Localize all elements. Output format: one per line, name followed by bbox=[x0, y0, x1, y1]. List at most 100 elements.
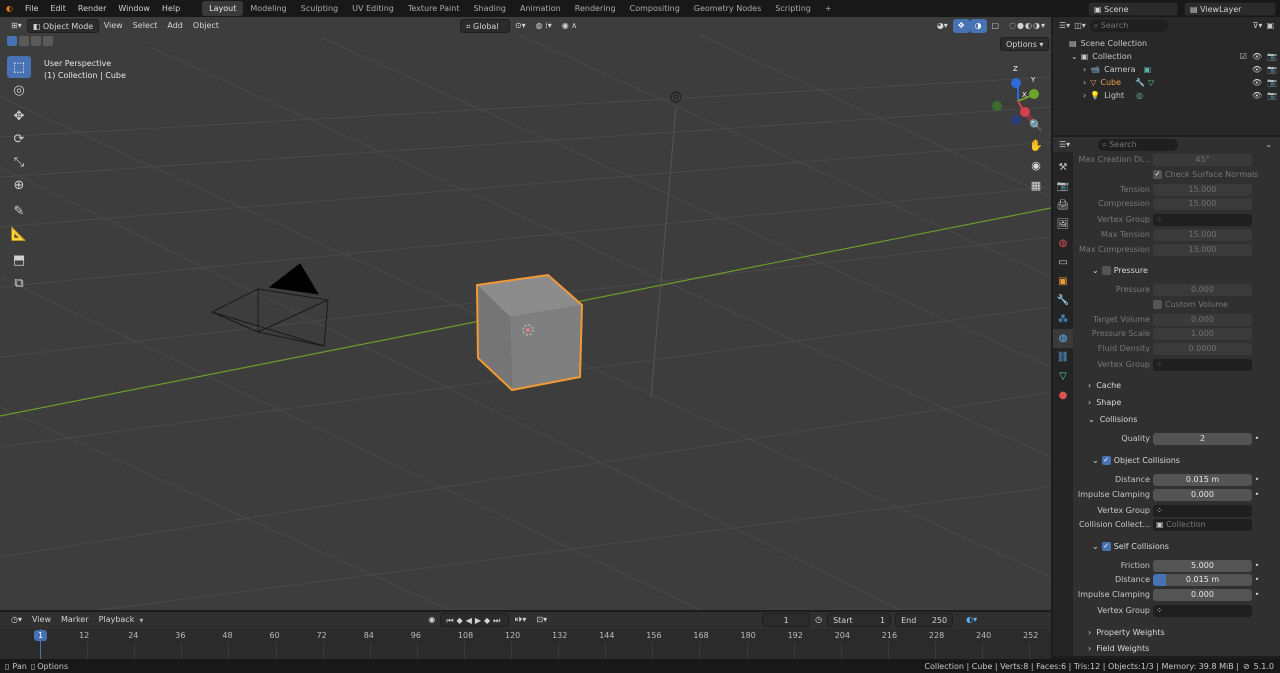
scene-tab-icon[interactable]: ◍ bbox=[1053, 234, 1073, 253]
select-intersect-icon[interactable] bbox=[43, 36, 53, 46]
overlay-toggle-icon[interactable]: ◑ bbox=[969, 18, 987, 33]
play-reverse-icon[interactable]: ◀ bbox=[466, 616, 475, 625]
timeline-editor-icon[interactable]: ◷▾ bbox=[6, 613, 27, 627]
editor-type-button[interactable]: ⊞▾ bbox=[6, 19, 27, 33]
workspace-tab-rendering[interactable]: Rendering bbox=[568, 1, 623, 16]
start-frame-field[interactable]: Start 1 bbox=[827, 613, 892, 627]
menu-add[interactable]: Add bbox=[162, 19, 188, 33]
next-key-icon[interactable]: ◆ bbox=[484, 616, 493, 625]
workspace-tab-scripting[interactable]: Scripting bbox=[768, 1, 818, 16]
gizmo-toggle-icon[interactable]: ✥ bbox=[952, 18, 970, 33]
scene-selector[interactable]: ▣ Scene bbox=[1088, 1, 1178, 16]
snap-icon[interactable]: ◍ ⁞▾ bbox=[531, 19, 557, 33]
workspace-tab-layout[interactable]: Layout bbox=[202, 1, 244, 16]
physics-tab-icon[interactable]: ◍ bbox=[1053, 329, 1073, 348]
mesh-data-tab-icon[interactable]: ▽ bbox=[1053, 367, 1073, 386]
chevron-right-icon[interactable]: › bbox=[1083, 78, 1086, 87]
shading-modes-icon[interactable]: ◌●◐◑▾ bbox=[1004, 19, 1051, 33]
keyframe-dot-icon[interactable]: • bbox=[1252, 475, 1262, 484]
visibility-icon[interactable]: ◕▾ bbox=[932, 19, 953, 33]
xray-icon[interactable]: ▢ bbox=[987, 19, 1005, 33]
outliner-item-cube[interactable]: › ▽ Cube 🔧 ▽ 👁 📷 bbox=[1083, 76, 1277, 89]
prop-field[interactable]: 0.000 bbox=[1153, 283, 1252, 296]
view-layer-selector[interactable]: ▤ ViewLayer bbox=[1184, 1, 1276, 16]
self-collisions-checkbox[interactable]: ✓ bbox=[1101, 541, 1111, 551]
modifier-wrench-icon[interactable]: 🔧 bbox=[1135, 78, 1145, 87]
prop-field[interactable]: 15.000 bbox=[1153, 197, 1252, 210]
cube-eye-icon[interactable]: 👁 bbox=[1252, 78, 1262, 87]
display-mode-icon[interactable]: ◫▾ bbox=[1074, 21, 1086, 30]
section-pressure[interactable]: ⌄ Pressure bbox=[1092, 263, 1148, 277]
ortho-grid-icon[interactable]: ▦ bbox=[1027, 176, 1045, 194]
menu-object[interactable]: Object bbox=[188, 19, 224, 33]
prop-field[interactable]: 1.000 bbox=[1153, 327, 1252, 340]
properties-editor-icon[interactable]: ☰▾ bbox=[1059, 140, 1070, 149]
keyframe-dot-icon[interactable]: • bbox=[1252, 590, 1262, 599]
prop-field[interactable]: 5.000 bbox=[1153, 559, 1252, 572]
outliner-item-camera[interactable]: › 📹 Camera ▣ 👁 📷 bbox=[1083, 63, 1277, 76]
tool-tab-icon[interactable]: ⚒ bbox=[1053, 158, 1073, 177]
proportional-edit-icon[interactable]: ◉ ∧ bbox=[557, 19, 582, 33]
outliner-item-light[interactable]: › 💡 Light ◎ 👁 📷 bbox=[1083, 89, 1277, 102]
menu-view[interactable]: View bbox=[99, 19, 128, 33]
prop-field[interactable]: ⁘ bbox=[1153, 504, 1252, 517]
3d-viewport[interactable]: User Perspective (1) Collection | Cube Z… bbox=[0, 17, 1051, 610]
timeline-menu-playback[interactable]: Playback bbox=[94, 613, 140, 627]
timeline-track[interactable]: 12 24 36 48 60 72 84 96 108 120 132 144 156 168 180 192… bbox=[0, 629, 1051, 659]
light-render-icon[interactable]: 📷 bbox=[1267, 91, 1277, 100]
timeline-menu-marker[interactable]: Marker bbox=[56, 613, 94, 627]
chevron-down-icon[interactable]: ⌄ bbox=[1071, 52, 1078, 61]
workspace-tab-geometry-nodes[interactable]: Geometry Nodes bbox=[687, 1, 768, 16]
keyframe-dot-icon[interactable]: • bbox=[1252, 434, 1262, 443]
playhead-frame[interactable]: 1 bbox=[34, 630, 47, 641]
workspace-tab-sculpting[interactable]: Sculpting bbox=[294, 1, 345, 16]
menu-window[interactable]: Window bbox=[112, 0, 156, 17]
new-collection-icon[interactable]: ▣ bbox=[1266, 21, 1274, 30]
keyframe-dot-icon[interactable]: • bbox=[1252, 490, 1262, 499]
prop-field[interactable]: ▣ Collection bbox=[1153, 518, 1252, 531]
chevron-right-icon[interactable]: › bbox=[1083, 91, 1086, 100]
prop-field[interactable]: 15.000 bbox=[1153, 243, 1252, 256]
section-shape[interactable]: › Shape bbox=[1088, 395, 1121, 409]
blender-logo-icon[interactable]: ◐ bbox=[0, 0, 19, 17]
current-frame-field[interactable]: 1 bbox=[762, 613, 811, 627]
select-subtract-icon[interactable] bbox=[31, 36, 41, 46]
view-layer-tab-icon[interactable]: 🖼 bbox=[1053, 215, 1073, 234]
collection-checkbox-icon[interactable]: ☑ bbox=[1240, 52, 1247, 61]
object-collisions-checkbox[interactable]: ✓ bbox=[1101, 455, 1111, 465]
prop-field[interactable]: 0.015 m bbox=[1153, 573, 1252, 586]
select-box-tool-icon[interactable]: ⬚ bbox=[7, 56, 31, 78]
move-tool-icon[interactable]: ✥ bbox=[7, 105, 31, 127]
prop-field[interactable]: 2 bbox=[1153, 432, 1252, 445]
menu-edit[interactable]: Edit bbox=[44, 0, 72, 17]
add-cube-tool-icon[interactable]: ⬒ bbox=[7, 249, 31, 271]
material-tab-icon[interactable]: ● bbox=[1053, 386, 1073, 405]
mesh-data-icon[interactable]: ▽ bbox=[1148, 78, 1154, 87]
workspace-tab-texture-paint[interactable]: Texture Paint bbox=[401, 1, 467, 16]
end-frame-field[interactable]: End 250 bbox=[895, 613, 954, 627]
measure-tool-icon[interactable]: 📐 bbox=[7, 223, 31, 245]
section-field-weights[interactable]: › Field Weights bbox=[1088, 641, 1149, 655]
prop-field[interactable]: ⁘ bbox=[1153, 604, 1252, 617]
section-collisions[interactable]: ⌄ Collisions bbox=[1088, 412, 1137, 426]
zoom-icon[interactable]: 🔍 bbox=[1027, 116, 1045, 134]
section-object-collisions[interactable]: ⌄ ✓ Object Collisions bbox=[1092, 453, 1180, 467]
properties-options-icon[interactable]: ⌄ bbox=[1265, 140, 1272, 149]
select-new-icon[interactable] bbox=[7, 36, 17, 46]
pan-hand-icon[interactable]: ✋ bbox=[1027, 136, 1045, 154]
cube-object[interactable] bbox=[475, 273, 584, 392]
options-button[interactable]: Options ▾ bbox=[1000, 37, 1050, 51]
scale-tool-icon[interactable]: ⤡ bbox=[7, 151, 31, 173]
section-cache[interactable]: › Cache bbox=[1088, 378, 1121, 392]
pressure-checkbox[interactable] bbox=[1101, 265, 1111, 275]
chevron-right-icon[interactable]: › bbox=[1083, 65, 1086, 74]
menu-file[interactable]: File bbox=[19, 0, 44, 17]
menu-select[interactable]: Select bbox=[128, 19, 163, 33]
jump-start-icon[interactable]: ⏮ bbox=[446, 616, 456, 625]
record-icon[interactable]: ◉ bbox=[423, 613, 440, 627]
collection-row[interactable]: ⌄ ▣ Collection ☑ 👁 📷 bbox=[1071, 50, 1277, 63]
prop-field[interactable]: 15.000 bbox=[1153, 183, 1252, 196]
prop-field[interactable]: 15.000 bbox=[1153, 228, 1252, 241]
workspace-tab-uv-editing[interactable]: UV Editing bbox=[345, 1, 401, 16]
pivot-point-icon[interactable]: ⊙▾ bbox=[510, 19, 531, 33]
